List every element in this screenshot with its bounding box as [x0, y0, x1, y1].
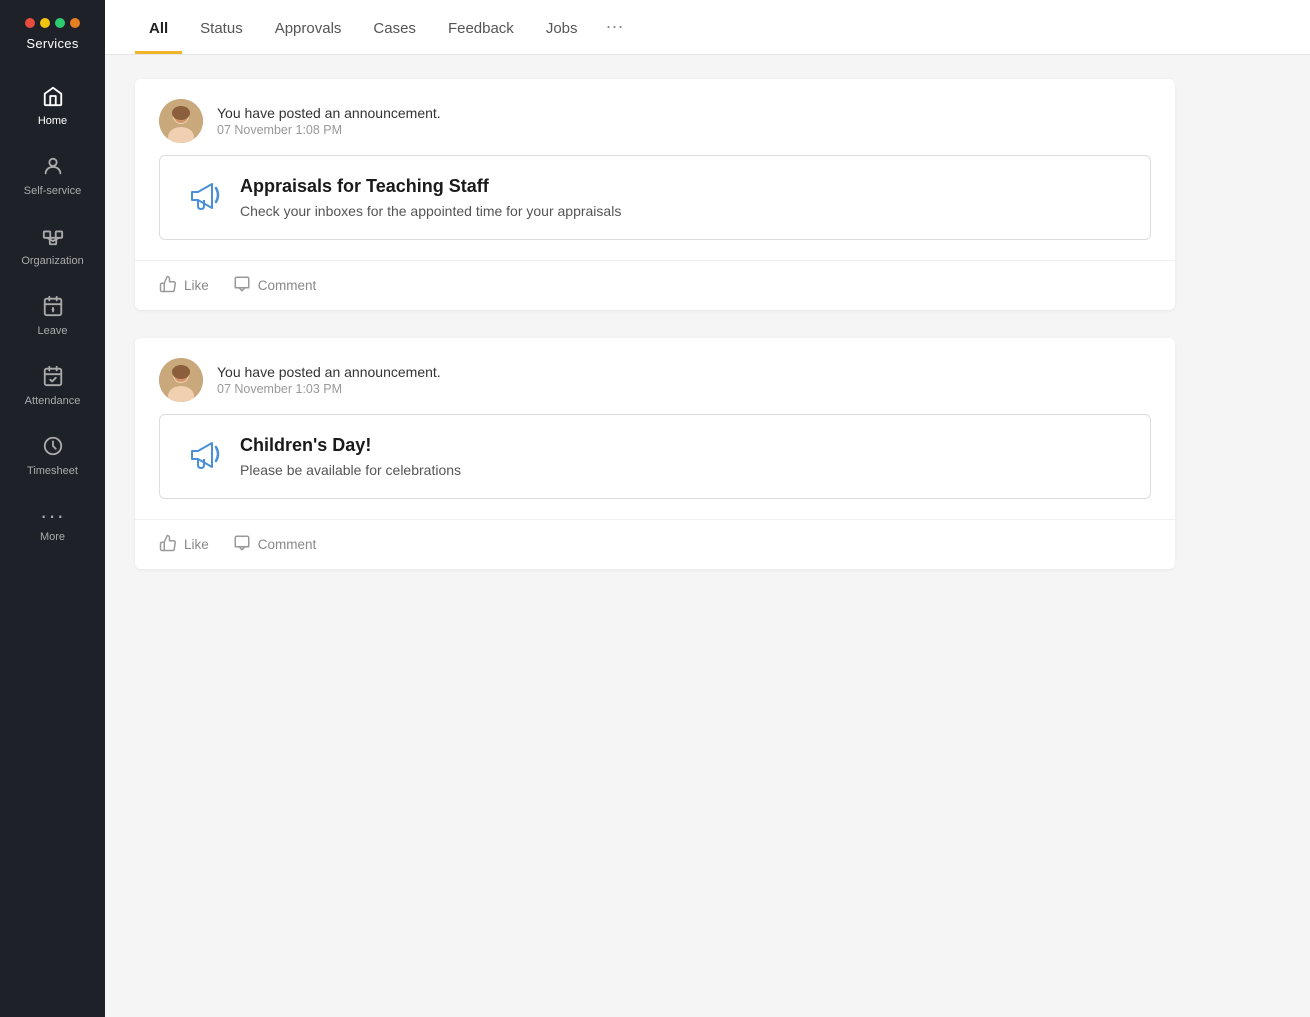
- leave-icon: [42, 295, 64, 321]
- post-actions-1: Like Comment: [135, 260, 1175, 310]
- tab-cases[interactable]: Cases: [359, 4, 430, 54]
- sidebar: Services Home Self-service: [0, 0, 105, 1017]
- main-content: All Status Approvals Cases Feedback Jobs…: [105, 0, 1310, 1017]
- avatar-image-2: [159, 358, 203, 402]
- announcement-body-2: Please be available for celebrations: [240, 462, 461, 478]
- attendance-icon: [42, 365, 64, 391]
- post-actions-2: Like Comment: [135, 519, 1175, 569]
- like-label-1: Like: [184, 278, 209, 293]
- sidebar-item-leave[interactable]: Leave: [0, 281, 105, 351]
- sidebar-item-self-service[interactable]: Self-service: [0, 141, 105, 211]
- dot-orange: [70, 18, 80, 28]
- comment-button-1[interactable]: Comment: [233, 275, 317, 296]
- dot-green: [55, 18, 65, 28]
- post-card-2: You have posted an announcement. 07 Nove…: [135, 338, 1175, 569]
- post-header-2: You have posted an announcement. 07 Nove…: [135, 338, 1175, 414]
- attendance-label: Attendance: [25, 395, 81, 407]
- announcement-box-2: Children's Day! Please be available for …: [159, 414, 1151, 499]
- sidebar-brand-label: Services: [26, 36, 78, 51]
- logo-dots: [25, 18, 80, 28]
- announcement-content-2: Children's Day! Please be available for …: [240, 435, 461, 478]
- comment-icon-1: [233, 275, 251, 296]
- tab-feedback[interactable]: Feedback: [434, 4, 528, 54]
- announcement-title-2: Children's Day!: [240, 435, 461, 456]
- avatar-1: [159, 99, 203, 143]
- sidebar-nav: Home Self-service Organiz: [0, 71, 105, 1017]
- post-time-2: 07 November 1:03 PM: [217, 382, 441, 396]
- sidebar-item-organization[interactable]: Organization: [0, 211, 105, 281]
- dot-red: [25, 18, 35, 28]
- announcement-content-1: Appraisals for Teaching Staff Check your…: [240, 176, 621, 219]
- megaphone-icon-2: [184, 435, 222, 473]
- tab-jobs[interactable]: Jobs: [532, 4, 592, 54]
- post-header-1: You have posted an announcement. 07 Nove…: [135, 79, 1175, 155]
- megaphone-icon-1: [184, 176, 222, 214]
- home-label: Home: [38, 115, 67, 127]
- comment-label-2: Comment: [258, 537, 317, 552]
- sidebar-item-home[interactable]: Home: [0, 71, 105, 141]
- post-time-1: 07 November 1:08 PM: [217, 123, 441, 137]
- like-button-2[interactable]: Like: [159, 534, 209, 555]
- tab-approvals[interactable]: Approvals: [261, 4, 356, 54]
- dot-yellow: [40, 18, 50, 28]
- like-icon-2: [159, 534, 177, 555]
- post-meta-1: You have posted an announcement. 07 Nove…: [217, 105, 441, 137]
- announcement-title-1: Appraisals for Teaching Staff: [240, 176, 621, 197]
- comment-icon-2: [233, 534, 251, 555]
- avatar-image-1: [159, 99, 203, 143]
- post-card-1: You have posted an announcement. 07 Nove…: [135, 79, 1175, 310]
- self-service-icon: [42, 155, 64, 181]
- avatar-2: [159, 358, 203, 402]
- tabs-bar: All Status Approvals Cases Feedback Jobs…: [105, 0, 1310, 55]
- tab-status[interactable]: Status: [186, 4, 257, 54]
- tab-all[interactable]: All: [135, 4, 182, 54]
- self-service-label: Self-service: [24, 185, 81, 197]
- timesheet-icon: [42, 435, 64, 461]
- like-button-1[interactable]: Like: [159, 275, 209, 296]
- comment-button-2[interactable]: Comment: [233, 534, 317, 555]
- timesheet-label: Timesheet: [27, 465, 78, 477]
- like-icon-1: [159, 275, 177, 296]
- more-label: More: [40, 531, 65, 543]
- announcement-body-1: Check your inboxes for the appointed tim…: [240, 203, 621, 219]
- comment-label-1: Comment: [258, 278, 317, 293]
- tab-more[interactable]: ···: [596, 0, 634, 54]
- more-icon: ···: [40, 505, 65, 527]
- like-label-2: Like: [184, 537, 209, 552]
- post-action-text-2: You have posted an announcement.: [217, 364, 441, 380]
- feed: You have posted an announcement. 07 Nove…: [105, 55, 1205, 621]
- sidebar-item-more[interactable]: ··· More: [0, 491, 105, 557]
- sidebar-logo: Services: [0, 0, 105, 61]
- leave-label: Leave: [38, 325, 68, 337]
- home-icon: [42, 85, 64, 111]
- post-action-text-1: You have posted an announcement.: [217, 105, 441, 121]
- sidebar-item-attendance[interactable]: Attendance: [0, 351, 105, 421]
- sidebar-item-timesheet[interactable]: Timesheet: [0, 421, 105, 491]
- organization-label: Organization: [21, 255, 83, 267]
- post-meta-2: You have posted an announcement. 07 Nove…: [217, 364, 441, 396]
- announcement-box-1: Appraisals for Teaching Staff Check your…: [159, 155, 1151, 240]
- organization-icon: [42, 225, 64, 251]
